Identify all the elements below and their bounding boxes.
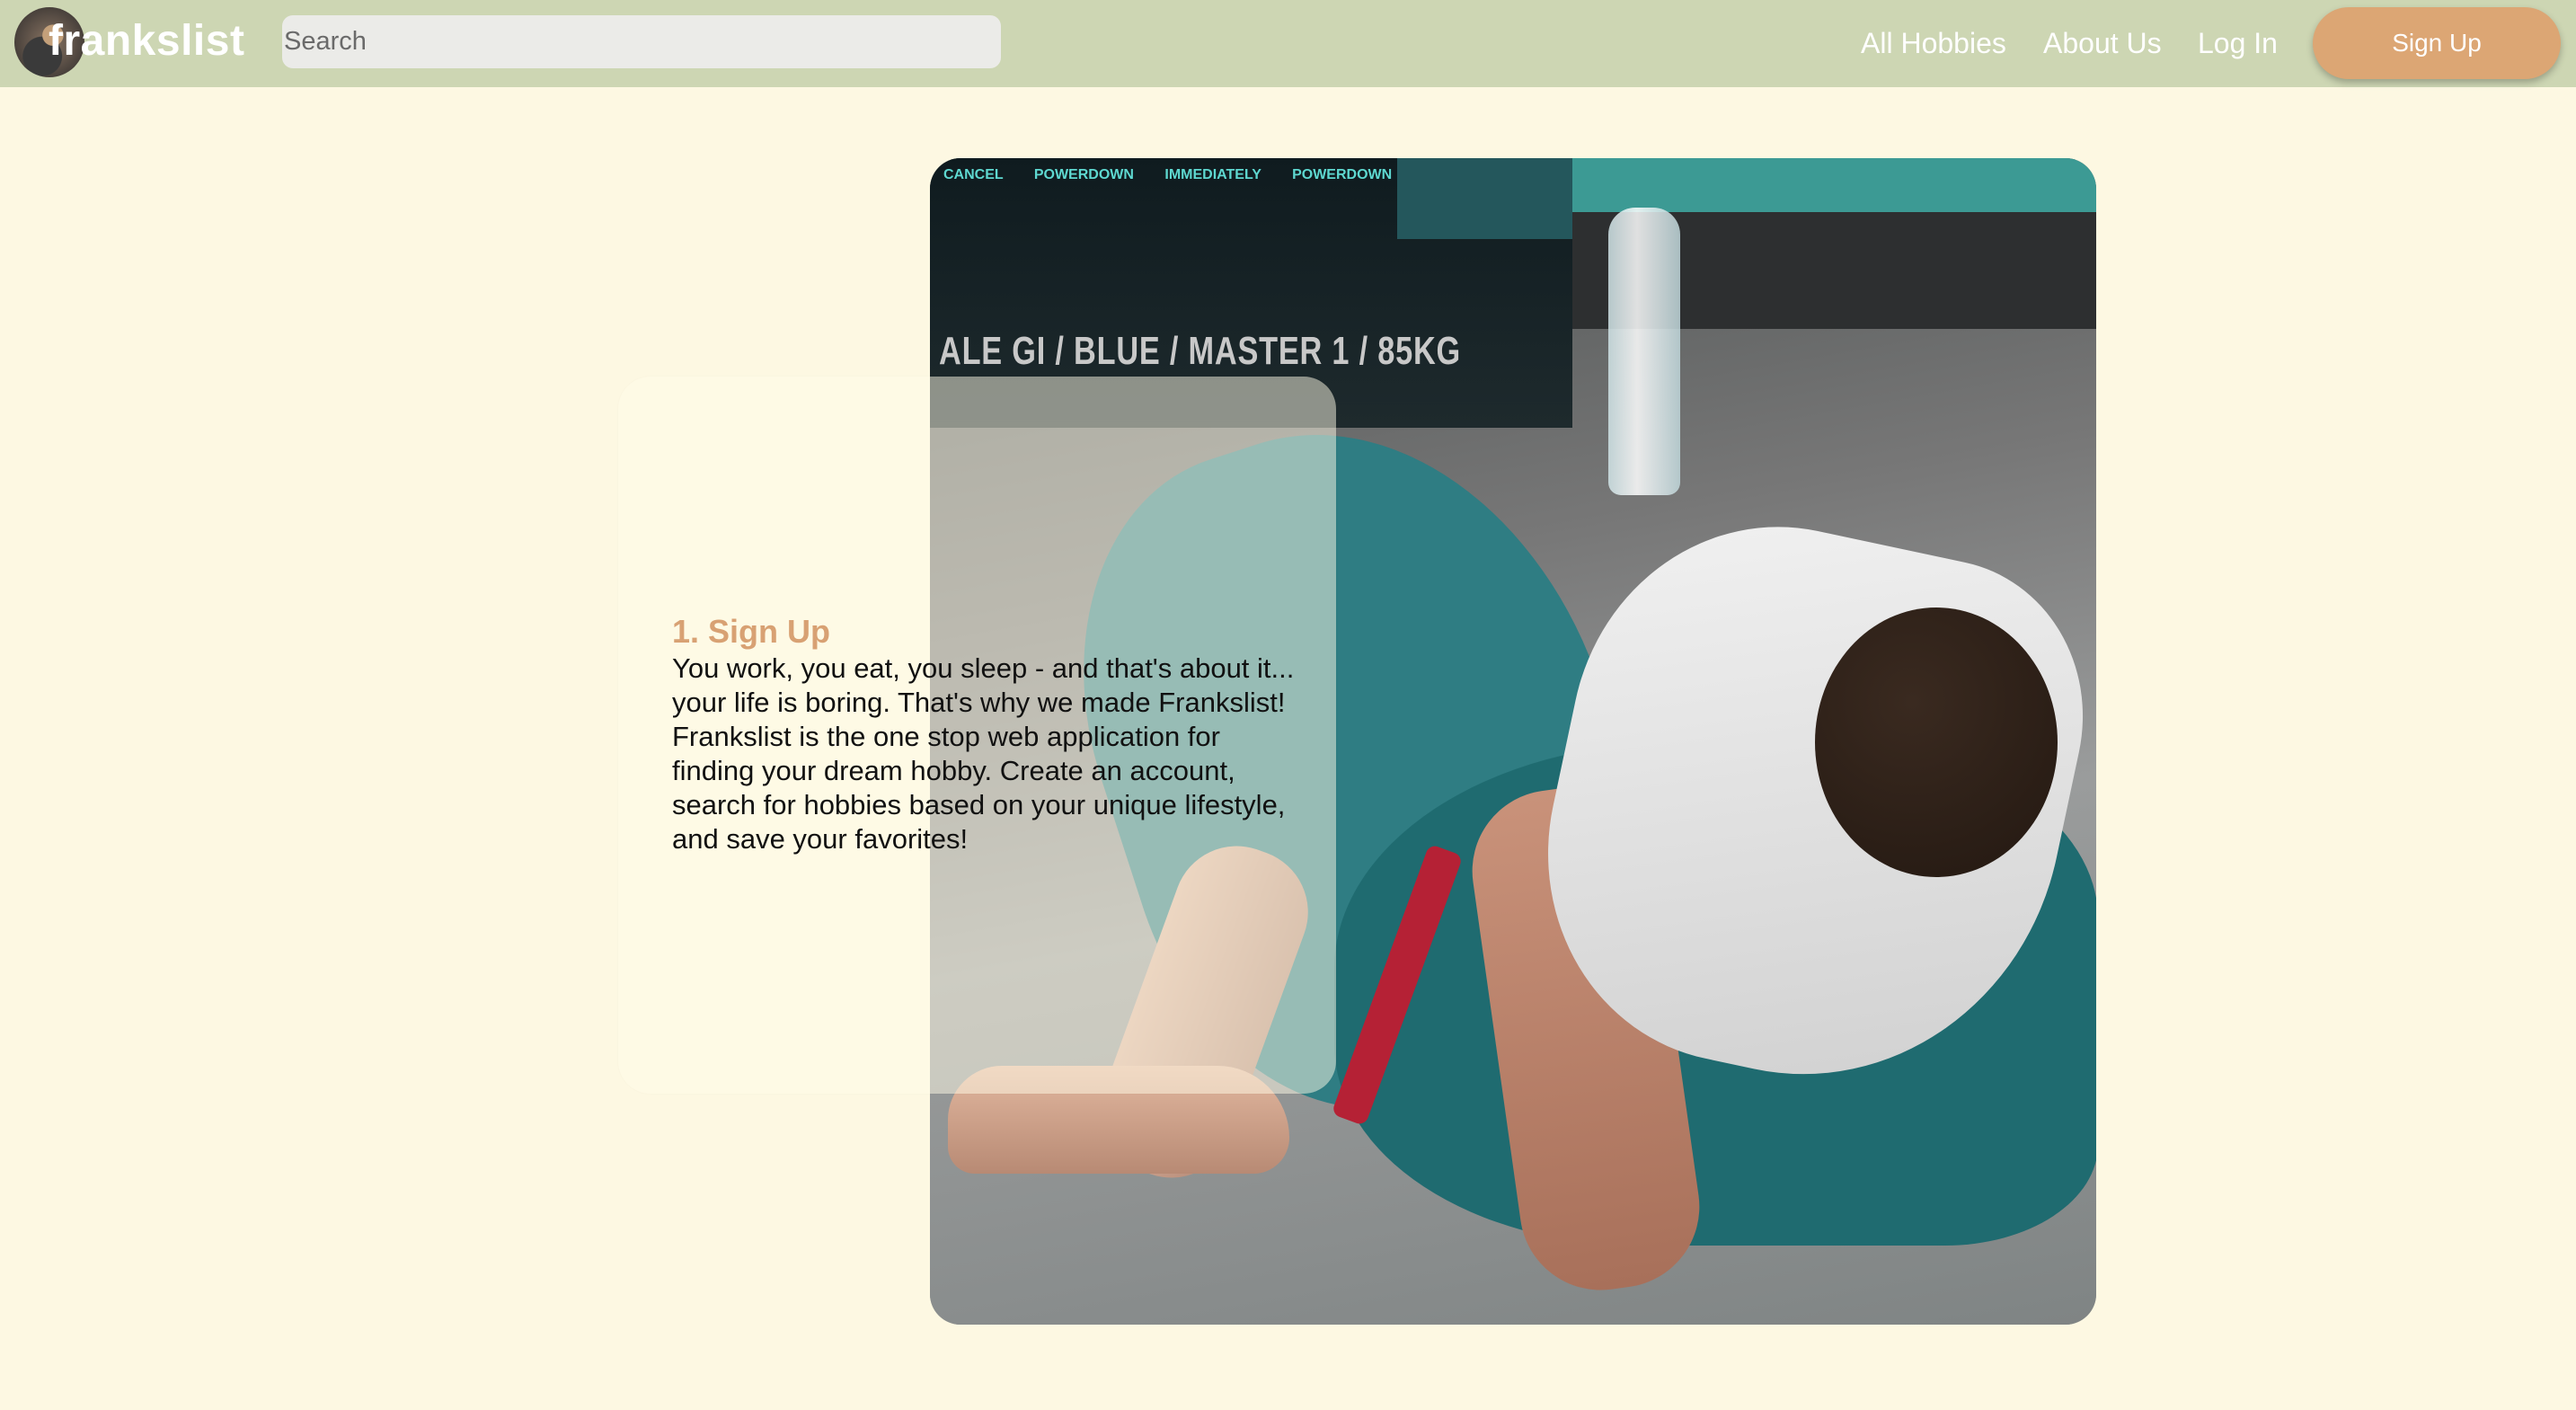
photo-scoreboard-text: ALE GI / BLUE / MASTER 1 / 85KG — [939, 329, 1462, 373]
nav-about-us-link[interactable]: About Us — [2043, 23, 2162, 63]
photo-scoreboard-top-text: CANCEL POWERDOWN IMMEDIATELY POWERDOWN — [943, 167, 1393, 182]
photo-scoreboard-panel — [1397, 158, 1572, 239]
step-description: You work, you eat, you sleep - and that'… — [672, 652, 1295, 855]
photo-wall — [1572, 158, 2096, 212]
brand-logo-text[interactable]: frankslist — [49, 13, 244, 70]
step-info-card: 1. Sign Up You work, you eat, you sleep … — [618, 377, 1336, 1094]
nav-log-in-link[interactable]: Log In — [2198, 23, 2278, 63]
step-title: 1. Sign Up — [672, 613, 831, 650]
sign-up-button[interactable]: Sign Up — [2313, 7, 2561, 79]
nav-all-hobbies-link[interactable]: All Hobbies — [1861, 23, 2006, 63]
photo-head — [1815, 607, 2058, 877]
photo-water-bottle — [1608, 208, 1680, 495]
top-navbar: frankslist All Hobbies About Us Log In S… — [0, 0, 2576, 87]
search-input[interactable] — [282, 15, 1001, 68]
